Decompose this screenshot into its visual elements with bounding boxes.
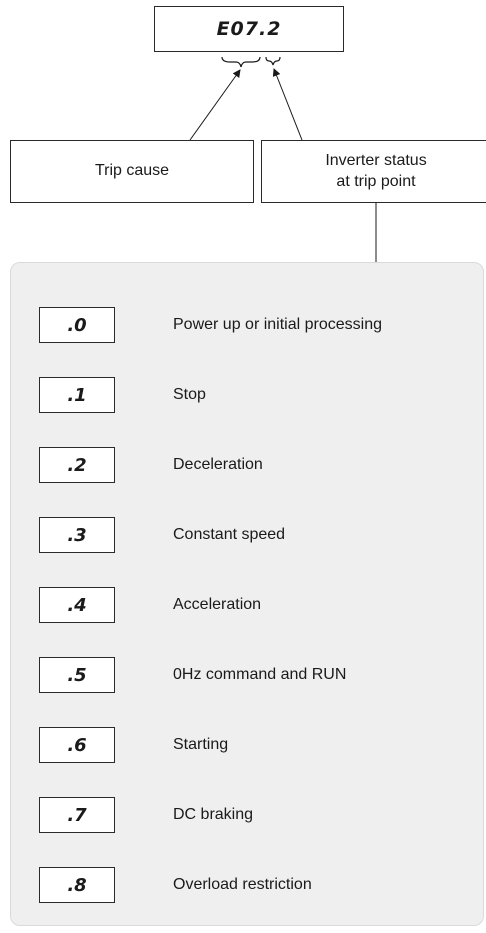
status-description: Acceleration (173, 596, 262, 613)
trip-cause-arrow (189, 69, 241, 141)
inverter-status-label-line1: Inverter status (325, 151, 427, 169)
status-row: .2 Deceleration (39, 447, 263, 483)
fault-code-text: E07.2 (216, 18, 282, 40)
status-description: Power up or initial processing (173, 316, 382, 333)
status-code-box: .7 (39, 797, 115, 833)
status-brace (265, 56, 281, 66)
status-row: .3 Constant speed (39, 517, 285, 553)
inverter-status-label-line2: at trip point (336, 172, 416, 190)
status-description: Starting (173, 736, 229, 753)
status-description: Constant speed (173, 526, 286, 543)
status-code-box: .8 (39, 867, 115, 903)
status-row: .7 DC braking (39, 797, 253, 833)
status-description: Stop (173, 386, 206, 403)
status-row: .0 Power up or initial processing (39, 307, 382, 343)
status-description: DC braking (173, 806, 254, 823)
status-description: Overload restriction (173, 876, 312, 893)
status-code-box: .2 (39, 447, 115, 483)
status-description: Deceleration (173, 456, 263, 473)
trip-cause-label: Trip cause (94, 162, 170, 180)
status-row: .4 Acceleration (39, 587, 261, 623)
status-code-box: .4 (39, 587, 115, 623)
status-code-box: .1 (39, 377, 115, 413)
status-row: .6 Starting (39, 727, 228, 763)
status-row: .8 Overload restriction (39, 867, 312, 903)
status-code-box: .0 (39, 307, 115, 343)
fault-code-display: E07.2 (154, 6, 344, 52)
status-arrow (272, 68, 303, 141)
status-row: .1 Stop (39, 377, 206, 413)
status-code-panel: .0 Power up or initial processing .1 Sto… (10, 262, 484, 926)
status-description: 0Hz command and RUN (173, 666, 347, 683)
status-code-box: .5 (39, 657, 115, 693)
trip-cause-brace (221, 56, 261, 68)
status-code-box: .6 (39, 727, 115, 763)
inverter-status-box: Inverter status at trip point (261, 140, 486, 203)
status-row: .5 0Hz command and RUN (39, 657, 346, 693)
status-code-box: .3 (39, 517, 115, 553)
trip-cause-box: Trip cause (10, 140, 254, 203)
